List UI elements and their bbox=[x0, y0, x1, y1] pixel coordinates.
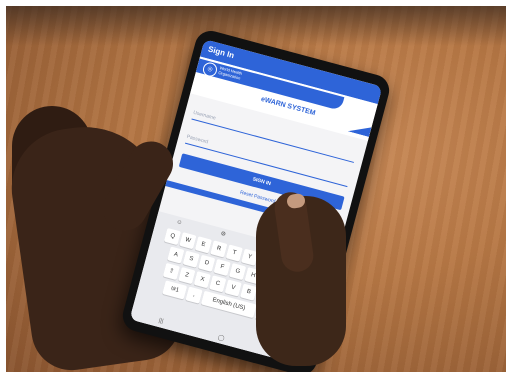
key-z[interactable]: Z bbox=[178, 267, 196, 285]
key-g[interactable]: G bbox=[229, 263, 247, 281]
recent-apps-icon[interactable]: ||| bbox=[158, 318, 164, 325]
photo-scene: Sign In ◎ World Health Organization eWAR… bbox=[0, 0, 512, 378]
username-label: Username bbox=[192, 109, 217, 122]
key-b[interactable]: B bbox=[240, 283, 258, 301]
key-r[interactable]: R bbox=[210, 240, 228, 258]
photo-frame: Sign In ◎ World Health Organization eWAR… bbox=[6, 6, 506, 372]
comma-key[interactable]: , bbox=[185, 286, 203, 304]
top-shadow bbox=[6, 6, 506, 46]
key-w[interactable]: W bbox=[179, 232, 197, 250]
shift-key[interactable]: ⇧ bbox=[162, 262, 180, 281]
key-x[interactable]: X bbox=[193, 271, 211, 289]
corner-decoration bbox=[348, 122, 372, 137]
key-s[interactable]: S bbox=[182, 250, 200, 268]
symbols-key[interactable]: !#1 bbox=[162, 280, 188, 300]
home-icon[interactable]: ◯ bbox=[217, 333, 225, 342]
key-q[interactable]: Q bbox=[163, 227, 182, 246]
key-d[interactable]: D bbox=[198, 254, 216, 272]
settings-icon[interactable]: ⚙ bbox=[220, 230, 227, 238]
key-f[interactable]: F bbox=[213, 258, 231, 277]
key-t[interactable]: T bbox=[225, 244, 243, 262]
key-v[interactable]: V bbox=[224, 279, 242, 297]
emoji-icon[interactable]: ☺ bbox=[176, 219, 183, 226]
key-c[interactable]: C bbox=[209, 275, 227, 293]
globe-icon: ◎ bbox=[201, 60, 219, 79]
password-label: Password bbox=[185, 133, 209, 146]
key-e[interactable]: E bbox=[194, 236, 212, 254]
key-a[interactable]: A bbox=[167, 246, 185, 264]
